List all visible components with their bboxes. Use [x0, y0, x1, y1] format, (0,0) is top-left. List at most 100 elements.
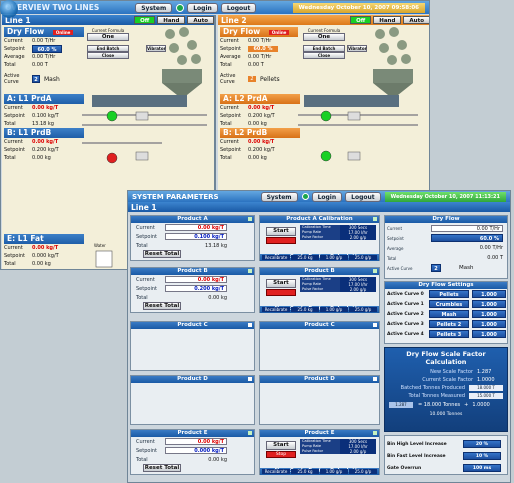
pb-reset-total-button[interactable]: Reset Total	[143, 302, 181, 310]
cal-e-sf-weight[interactable]: 25.0 kg	[291, 468, 319, 474]
settings-row-value[interactable]: 1.000	[472, 310, 506, 318]
cal-b-sf-old: 1.00 g/p	[320, 306, 348, 312]
sfc-nsf-value: 1.287	[477, 369, 492, 375]
b2-setpoint-label: Setpoint	[220, 147, 241, 153]
sfc-btp-input[interactable]: 18.000 T	[469, 385, 503, 391]
hopper-valve	[177, 55, 187, 65]
cal-a-title: Product A Calibration	[260, 216, 379, 223]
cal-e-pulse-label: Pulse Factor	[300, 449, 340, 454]
hopper-outlet	[373, 83, 413, 95]
a2-setpoint[interactable]: 0.200 kg/T	[248, 113, 275, 119]
sys-logout-button[interactable]: Logout	[345, 191, 381, 202]
sys-df-average: 0.00 T/Hr	[479, 245, 503, 251]
settings-row-value[interactable]: 1.000	[472, 290, 506, 298]
a1-current: 0.00 kg/T	[32, 105, 59, 111]
b2-setpoint[interactable]: 0.200 kg/T	[248, 147, 275, 153]
cal-b-sf-new: 25.0 g/p	[349, 306, 377, 312]
cal-a-title-text: Product A Calibration	[286, 216, 353, 222]
level-row: Bin High Level Increase 20 %	[385, 438, 507, 450]
cal-e-title-text: Product E	[304, 430, 335, 436]
pa-reset-total-button[interactable]: Reset Total	[143, 250, 181, 258]
level-row-label: Gate Overrun	[387, 465, 422, 471]
e1-box: E: L1 Fat Current 0.00 kg/T Setpoint 0.000…	[4, 234, 84, 268]
cal-e-params: Calibration Time 300 Secs Pump Rate 17.00 …	[300, 439, 378, 454]
pb-setpoint-input[interactable]: 0.200 kg/T	[165, 285, 227, 292]
settings-row-label: Active Curve 0	[387, 291, 424, 297]
level-row-value[interactable]: 10 %	[463, 452, 501, 460]
cal-b-new-sf-values: Recalibrate 25.0 kg 1.00 g/p 25.0 g/p	[262, 306, 378, 312]
system-button[interactable]: System	[135, 2, 173, 13]
sys-login-button[interactable]: Login	[311, 191, 343, 202]
settings-row-name[interactable]: Pellets 2	[429, 320, 469, 328]
login-button[interactable]: Login	[187, 2, 218, 13]
a1-setpoint[interactable]: 0.100 kg/T	[32, 113, 59, 119]
a2-total-label: Total	[220, 121, 232, 127]
level-row-value[interactable]: 100 ms	[463, 464, 501, 472]
water-label: Water	[94, 243, 106, 248]
sys-df-setpoint-input[interactable]: 60.0 %	[431, 234, 503, 242]
settings-row-name[interactable]: Pellets	[429, 290, 469, 298]
e1-setpoint[interactable]: 0.000 kg/T	[32, 253, 59, 259]
cal-a-recalibrate[interactable]: Recalibrate	[262, 254, 290, 260]
pa-current-label: Current	[136, 224, 155, 231]
cal-e-pulse-value[interactable]: 2.00 g/p	[340, 449, 376, 454]
cal-b-sf-weight[interactable]: 25.0 kg	[291, 306, 319, 312]
settings-row: Active Curve 2 Mash 1.000	[385, 309, 507, 319]
sfc-ttm-input[interactable]: 15.000 T	[469, 393, 503, 399]
b2-box: B: L2 PrdB Current 0.00 kg/T Setpoint 0.20…	[220, 128, 300, 162]
sys-date: Wednesday October 10, 2007 11:13:21	[384, 191, 506, 202]
sys-df-setpoint-label: Setpoint	[387, 235, 404, 241]
b2-total-label: Total	[220, 155, 232, 161]
desktop-logo-icon[interactable]	[0, 0, 18, 18]
level-row-label: Bin High Level Increase	[387, 441, 447, 447]
settings-row-name[interactable]: Crumbles	[429, 300, 469, 308]
a2-box: A: L2 PrdA Current 0.00 kg/T Setpoint 0.20…	[220, 94, 300, 128]
cal-e-stop-button[interactable]: Stop	[266, 451, 296, 458]
settings-row-value[interactable]: 1.000	[472, 300, 506, 308]
pe-setpoint-input[interactable]: 0.000 kg/T	[165, 447, 227, 454]
sys-system-button[interactable]: System	[260, 191, 298, 202]
a2-total: 0.00 kg	[248, 121, 267, 127]
a1-total-label: Total	[4, 121, 16, 127]
cal-b-pulse-value[interactable]: 2.00 g/p	[340, 287, 376, 292]
pa-setpoint-input[interactable]: 0.100 kg/T	[165, 233, 227, 240]
bin-levels-list: Bin High Level Increase 20 % Bin Fast Leve…	[385, 436, 507, 474]
hopper-valve	[375, 29, 385, 39]
cal-a-sf-weight[interactable]: 25.0 kg	[291, 254, 319, 260]
cal-e-recalibrate[interactable]: Recalibrate	[262, 468, 290, 474]
sys-df-active-curve[interactable]: 2	[431, 264, 441, 272]
status-indicator-icon	[373, 269, 377, 273]
logout-button[interactable]: Logout	[220, 2, 257, 13]
status-indicator-icon	[248, 217, 252, 221]
cal-e-start-button[interactable]: Start	[266, 441, 296, 450]
product-d-cal-title-text: Product D	[304, 376, 335, 382]
settings-row-value[interactable]: 1.000	[472, 330, 506, 338]
b1-setpoint[interactable]: 0.200 kg/T	[32, 147, 59, 153]
pe-reset-total-button[interactable]: Reset Total	[143, 464, 181, 472]
a1-box: A: L1 PrdA Current 0.00 kg/T Setpoint 0.10…	[4, 94, 84, 128]
cal-b-stop-button[interactable]	[266, 289, 296, 296]
dry-flow-title: Dry Flow	[385, 216, 507, 223]
cal-a-start-button[interactable]: Start	[266, 227, 296, 236]
cal-b-recalibrate[interactable]: Recalibrate	[262, 306, 290, 312]
sys-df-material: Mash	[459, 265, 474, 271]
settings-row-value[interactable]: 1.000	[472, 320, 506, 328]
status-indicator-icon	[248, 269, 252, 273]
cal-a-stop-button[interactable]	[266, 237, 296, 244]
sfc-nsf-label: New Scale Factor	[430, 369, 473, 375]
cal-a-pulse-value[interactable]: 2.00 g/p	[340, 235, 376, 240]
e1-total: 0.00 kg	[32, 261, 51, 267]
settings-row-name[interactable]: Mash	[429, 310, 469, 318]
pump-b-indicator	[106, 152, 118, 164]
b1-setpoint-label: Setpoint	[4, 147, 25, 153]
status-indicator-icon	[373, 217, 377, 221]
sys-df-total-label: Total	[387, 255, 397, 261]
cal-b-start-button[interactable]: Start	[266, 279, 296, 288]
overview-titlebar: OVERVIEW TWO LINES System Login Logout W…	[1, 1, 429, 14]
settings-row-label: Active Curve 1	[387, 301, 424, 307]
sfc-eq-tonnes: = 18.000 Tonnes	[418, 402, 461, 408]
settings-row-name[interactable]: Pellets 3	[429, 330, 469, 338]
level-row-value[interactable]: 20 %	[463, 440, 501, 448]
sfc-btp-label: Batched Tonnes Produced	[400, 385, 465, 391]
product-a-title: Product A	[131, 216, 254, 223]
